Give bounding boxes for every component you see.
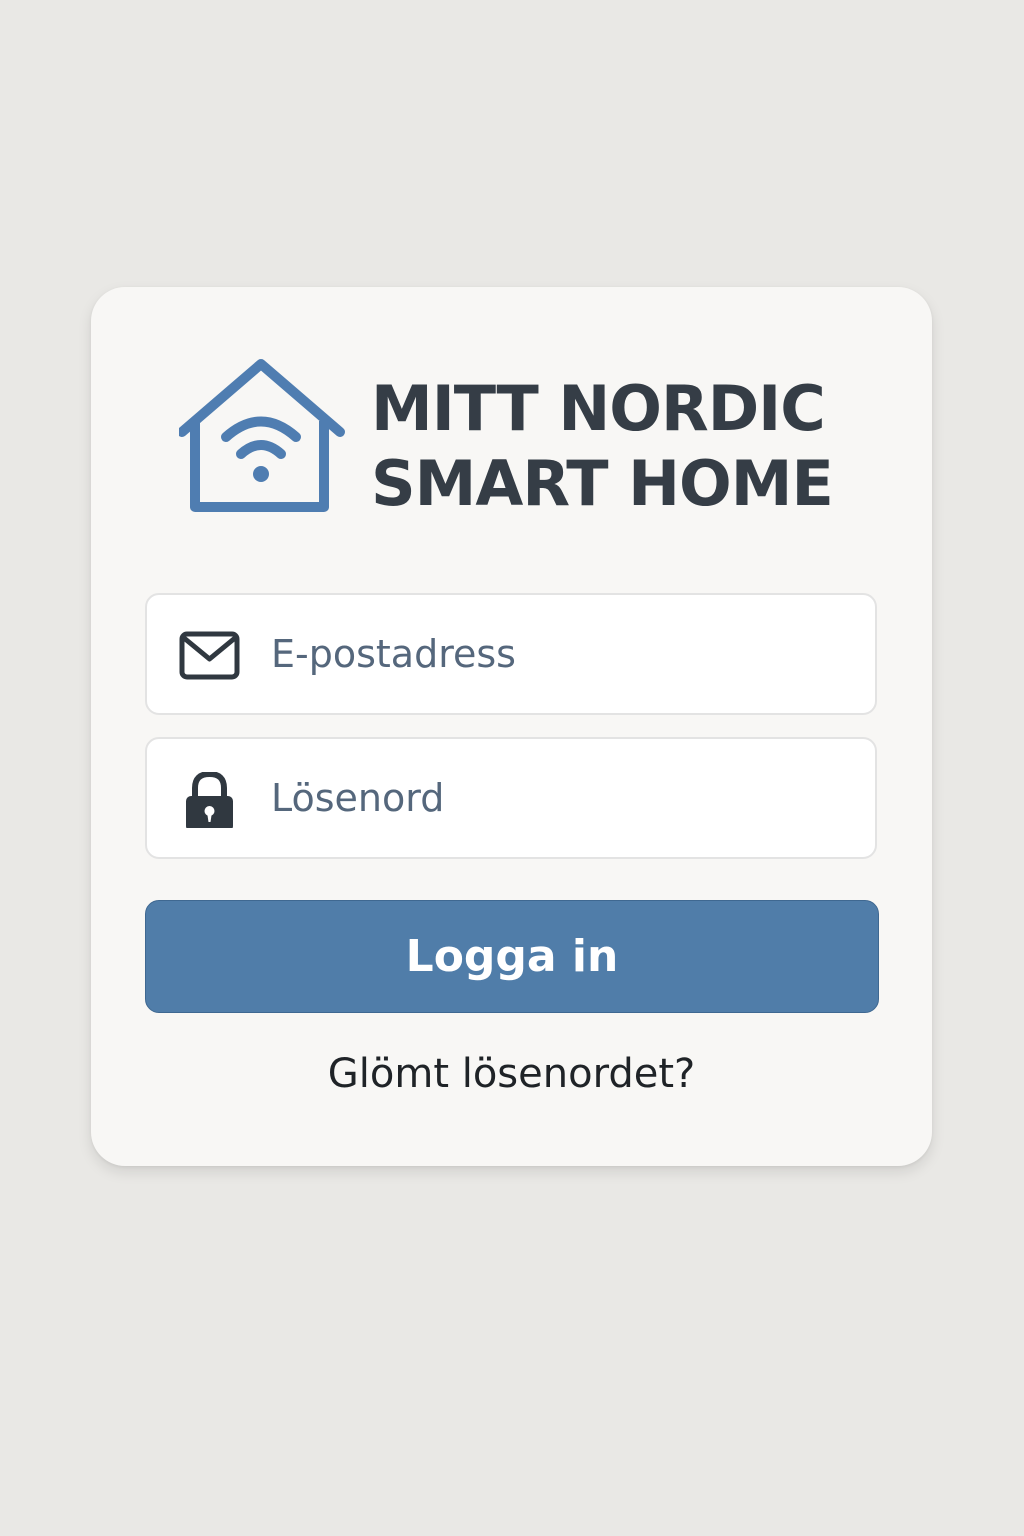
login-button[interactable]: Logga in — [145, 900, 879, 1013]
envelope-icon — [179, 631, 240, 680]
password-input[interactable] — [271, 739, 851, 857]
brand-title-line-1: MITT NORDIC — [371, 372, 826, 445]
lock-icon — [186, 772, 233, 828]
password-field[interactable] — [145, 737, 877, 859]
brand-title-line-2: SMART HOME — [371, 447, 834, 520]
login-card: MITT NORDIC SMART HOME Logga in Glömt lö… — [91, 287, 932, 1166]
email-input[interactable] — [271, 595, 851, 713]
smart-home-wifi-icon — [179, 359, 345, 512]
brand-title: MITT NORDIC SMART HOME — [371, 371, 834, 521]
forgot-password-link[interactable]: Glömt lösenordet? — [91, 1051, 932, 1097]
email-field[interactable] — [145, 593, 877, 715]
